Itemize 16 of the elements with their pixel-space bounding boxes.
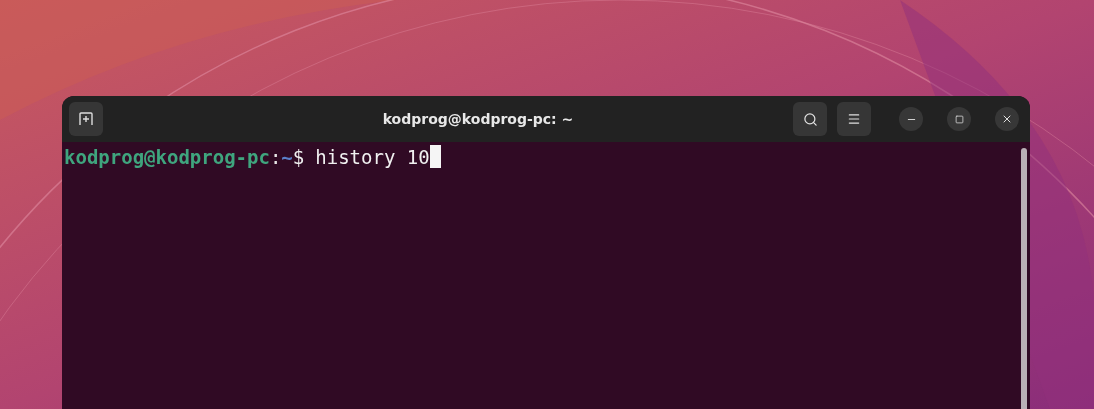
new-tab-button[interactable]: [69, 102, 103, 136]
maximize-button[interactable]: [947, 107, 971, 131]
new-tab-icon: [79, 112, 93, 126]
prompt-symbol: $: [292, 144, 305, 170]
close-icon: [1001, 113, 1013, 125]
menu-icon: [847, 112, 861, 126]
menu-button[interactable]: [837, 102, 871, 136]
command-text: history 10: [315, 144, 430, 170]
search-icon: [802, 111, 818, 127]
maximize-icon: [954, 114, 964, 124]
search-button[interactable]: [793, 102, 827, 136]
prompt-user-host: kodprog@kodprog-pc: [64, 144, 270, 170]
prompt-path: ~: [281, 144, 293, 170]
prompt-separator: :: [269, 144, 282, 170]
close-button[interactable]: [995, 107, 1019, 131]
window-title: kodprog@kodprog-pc: ~: [382, 109, 574, 129]
